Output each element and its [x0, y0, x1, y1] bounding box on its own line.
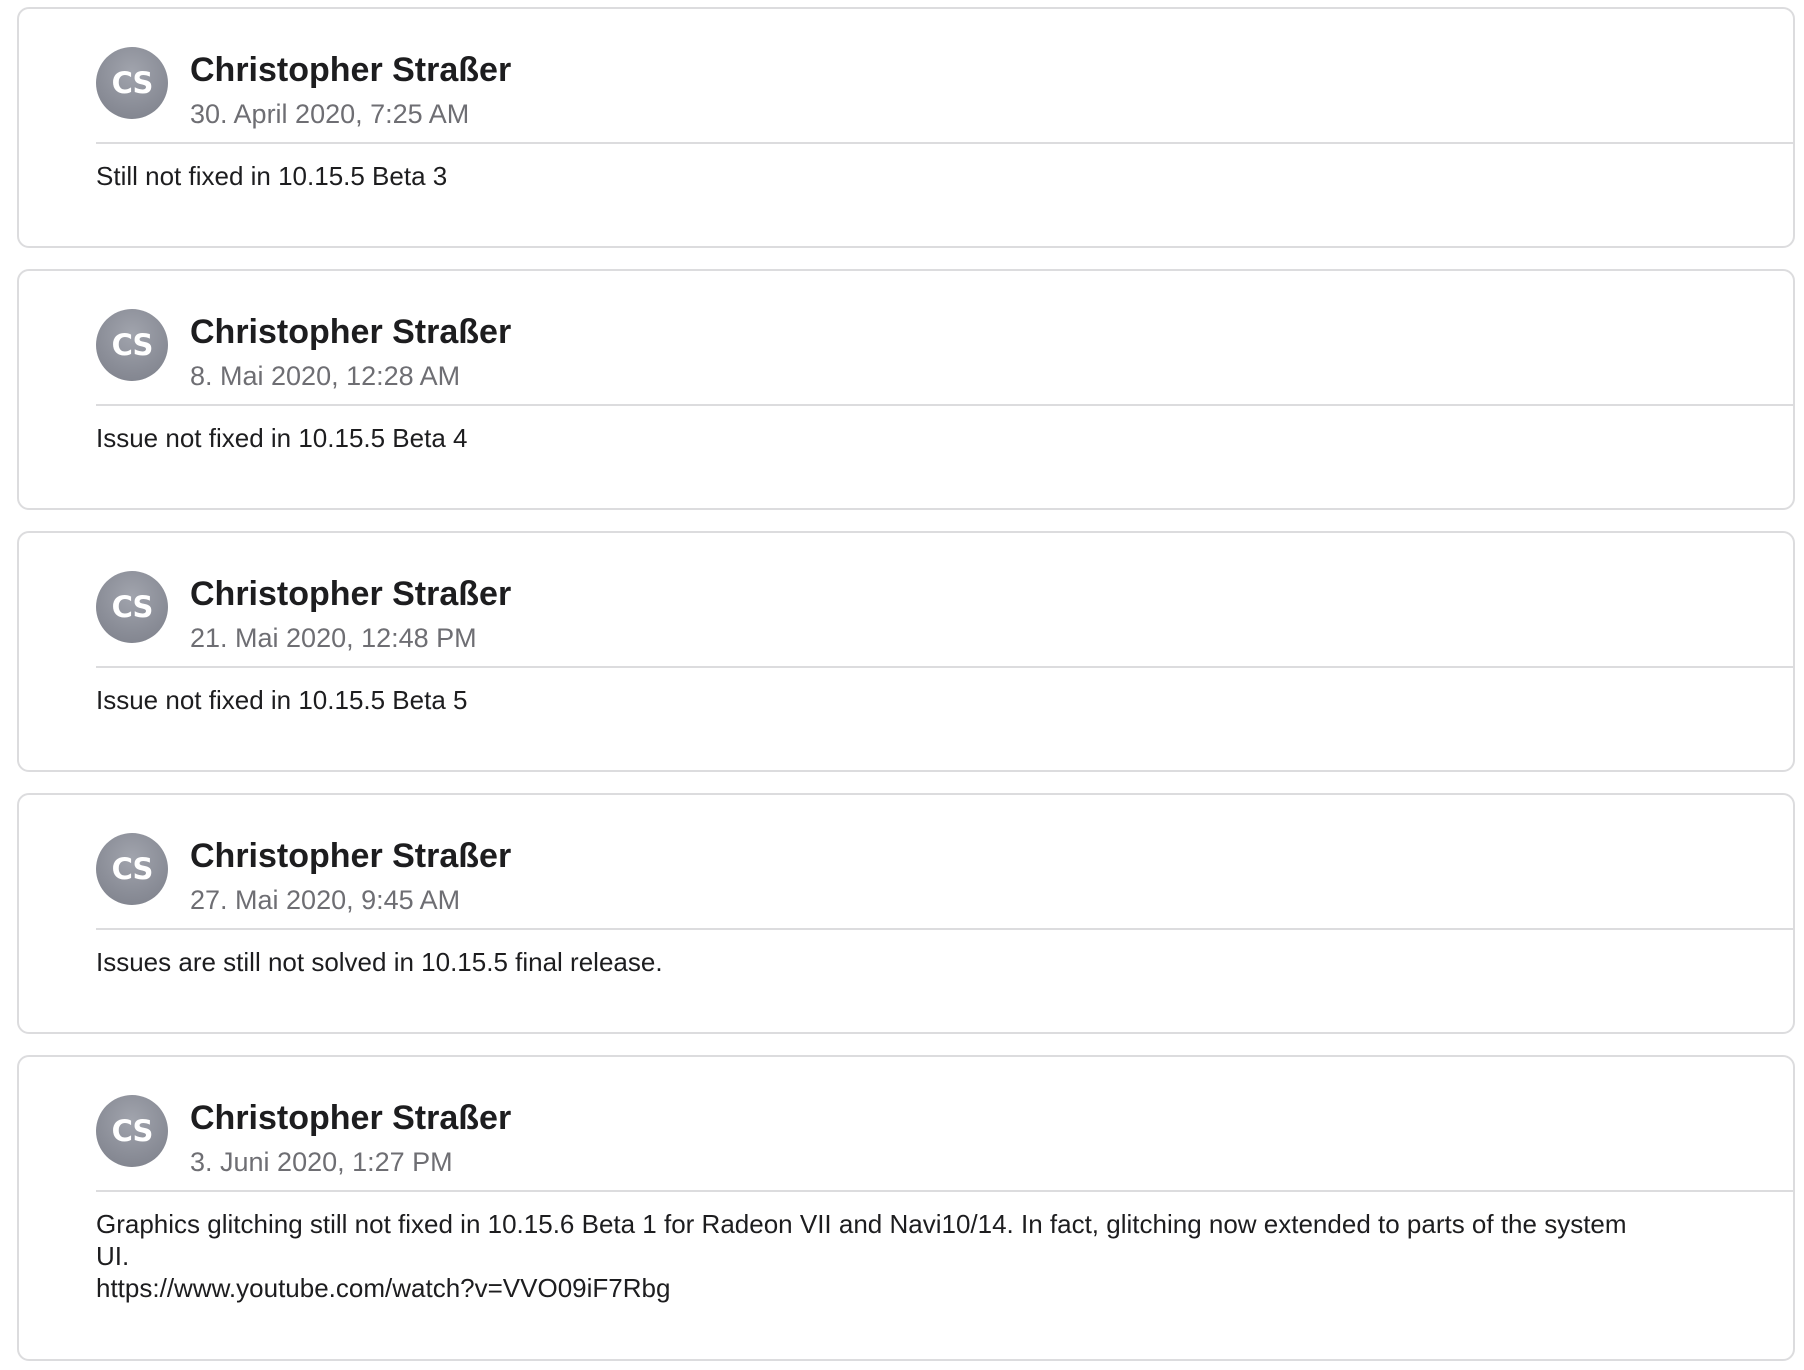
comment-text: Issue not fixed in 10.15.5 Beta 5 — [96, 685, 468, 715]
youtube-link[interactable]: https://www.youtube.com/watch?v=VVO09iF7… — [96, 1273, 670, 1303]
post-date: 21. Mai 2020, 12:48 PM — [190, 623, 477, 653]
comment-header: CS Christopher Straßer 27. Mai 2020, 9:4… — [96, 833, 1793, 933]
comment-text: Issues are still not solved in 10.15.5 f… — [96, 947, 663, 977]
comment-header: CS Christopher Straßer 30. April 2020, 7… — [96, 47, 1793, 147]
divider — [96, 404, 1793, 406]
post-date: 8. Mai 2020, 12:28 AM — [190, 361, 461, 391]
post-date: 3. Juni 2020, 1:27 PM — [190, 1147, 453, 1177]
comment-card: CS Christopher Straßer 21. Mai 2020, 12:… — [17, 531, 1795, 772]
author-name[interactable]: Christopher Straßer — [190, 1099, 511, 1138]
avatar[interactable]: CS — [96, 571, 168, 643]
comment-card: CS Christopher Straßer 27. Mai 2020, 9:4… — [17, 793, 1795, 1034]
avatar-initials: CS — [111, 590, 154, 624]
avatar-initials: CS — [111, 66, 154, 100]
author-name[interactable]: Christopher Straßer — [190, 837, 511, 876]
author-name[interactable]: Christopher Straßer — [190, 313, 511, 352]
comment-card: CS Christopher Straßer 30. April 2020, 7… — [17, 7, 1795, 248]
comment-body: Still not fixed in 10.15.5 Beta 3 — [96, 160, 1656, 192]
comment-header: CS Christopher Straßer 21. Mai 2020, 12:… — [96, 571, 1793, 671]
avatar-initials: CS — [111, 852, 154, 886]
avatar-initials: CS — [111, 1114, 154, 1148]
avatar[interactable]: CS — [96, 47, 168, 119]
comment-card: CS Christopher Straßer 8. Mai 2020, 12:2… — [17, 269, 1795, 510]
post-date: 27. Mai 2020, 9:45 AM — [190, 885, 461, 915]
comment-text: Issue not fixed in 10.15.5 Beta 4 — [96, 423, 468, 453]
post-date: 30. April 2020, 7:25 AM — [190, 99, 470, 129]
author-name[interactable]: Christopher Straßer — [190, 575, 511, 614]
divider — [96, 1190, 1793, 1192]
comment-card: CS Christopher Straßer 3. Juni 2020, 1:2… — [17, 1055, 1795, 1361]
divider — [96, 142, 1793, 144]
comment-text: Still not fixed in 10.15.5 Beta 3 — [96, 161, 448, 191]
comment-body: Graphics glitching still not fixed in 10… — [96, 1208, 1656, 1304]
comment-header: CS Christopher Straßer 3. Juni 2020, 1:2… — [96, 1095, 1793, 1195]
divider — [96, 928, 1793, 930]
divider — [96, 666, 1793, 668]
author-name[interactable]: Christopher Straßer — [190, 51, 511, 90]
comment-body: Issue not fixed in 10.15.5 Beta 5 — [96, 684, 1656, 716]
avatar[interactable]: CS — [96, 833, 168, 905]
avatar[interactable]: CS — [96, 1095, 168, 1167]
comment-header: CS Christopher Straßer 8. Mai 2020, 12:2… — [96, 309, 1793, 409]
comment-body: Issues are still not solved in 10.15.5 f… — [96, 946, 1656, 978]
comment-text: Graphics glitching still not fixed in 10… — [96, 1209, 1627, 1271]
avatar[interactable]: CS — [96, 309, 168, 381]
avatar-initials: CS — [111, 328, 154, 362]
comment-body: Issue not fixed in 10.15.5 Beta 4 — [96, 422, 1656, 454]
